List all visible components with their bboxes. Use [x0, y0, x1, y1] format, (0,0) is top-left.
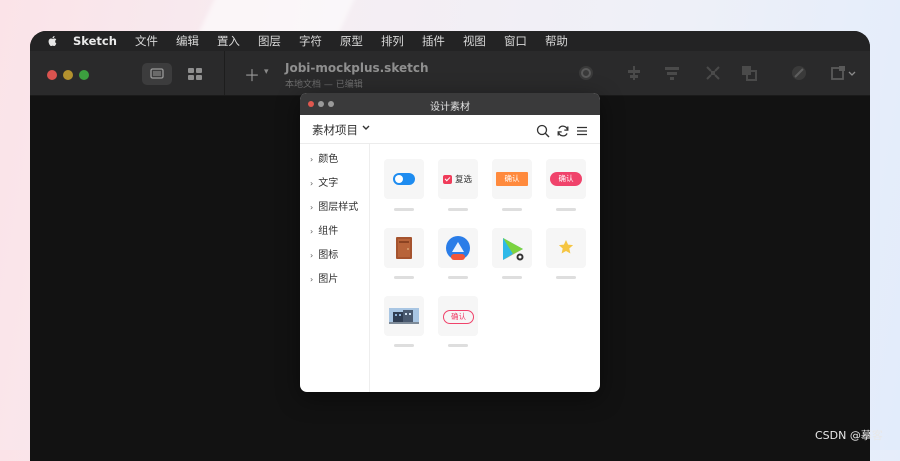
- window-minimize-button[interactable]: [63, 70, 73, 80]
- window-close-button[interactable]: [47, 70, 57, 80]
- search-icon[interactable]: [536, 123, 550, 138]
- category-label: 文字: [318, 178, 339, 189]
- asset-video-play[interactable]: [492, 228, 532, 268]
- plus-icon[interactable]: ＋: [244, 62, 260, 86]
- asset-toggle-switch[interactable]: [384, 159, 424, 199]
- menu-insert[interactable]: 置入: [217, 33, 240, 49]
- panel-title: 设计素材: [430, 102, 470, 113]
- category-label: 图片: [318, 274, 339, 285]
- asset-app-badge[interactable]: [438, 228, 478, 268]
- checkbox-icon: [443, 174, 452, 184]
- category-label: 图标: [318, 250, 339, 261]
- confirm-button-sample: 确认: [496, 172, 528, 186]
- chevron-down-icon[interactable]: ▾: [264, 67, 269, 77]
- panel-header: 素材项目: [300, 115, 600, 144]
- chevron-right-icon: ›: [310, 179, 314, 188]
- chevron-right-icon: ›: [310, 227, 314, 236]
- asset-label-placeholder: [394, 344, 414, 347]
- asset-button-orange[interactable]: 确认: [492, 159, 532, 199]
- menu-bar: Sketch 文件 编辑 置入 图层 字符 原型 排列 插件 视图 窗口 帮助: [30, 31, 870, 51]
- asset-star[interactable]: [546, 228, 586, 268]
- asset-building-photo[interactable]: [384, 296, 424, 336]
- asset-label-placeholder: [394, 276, 414, 279]
- toolbar-divider: [224, 51, 225, 95]
- confirm-button-sample: 确认: [443, 310, 474, 324]
- distribute-icon[interactable]: [663, 64, 681, 82]
- export-icon[interactable]: [830, 64, 856, 82]
- category-images[interactable]: › 图片: [310, 270, 338, 285]
- window-zoom-button[interactable]: [79, 70, 89, 80]
- asset-label-placeholder: [448, 344, 468, 347]
- confirm-button-sample: 确认: [550, 172, 582, 186]
- apple-icon[interactable]: [47, 35, 59, 47]
- document-title: Jobi-mockplus.sketch: [285, 61, 429, 75]
- mask-icon[interactable]: [740, 64, 758, 82]
- chevron-right-icon: ›: [310, 251, 314, 260]
- menu-arrange[interactable]: 排列: [381, 33, 404, 49]
- menu-app-name[interactable]: Sketch: [73, 34, 117, 48]
- category-label: 组件: [318, 226, 339, 237]
- asset-label-placeholder: [556, 276, 576, 279]
- menu-view[interactable]: 视图: [463, 33, 486, 49]
- asset-label-placeholder: [556, 208, 576, 211]
- category-label: 图层样式: [318, 202, 359, 213]
- star-icon: [558, 239, 574, 259]
- components-view-toggle[interactable]: [180, 63, 210, 85]
- menu-layer[interactable]: 图层: [258, 33, 281, 49]
- menu-prototype[interactable]: 原型: [340, 33, 363, 49]
- asset-checkbox[interactable]: 复选: [438, 159, 478, 199]
- category-colors[interactable]: › 颜色: [310, 150, 338, 165]
- category-layer-styles[interactable]: › 图层样式: [310, 198, 358, 213]
- play-icon: [500, 236, 526, 266]
- menu-file[interactable]: 文件: [135, 33, 158, 49]
- create-symbol-icon[interactable]: [577, 64, 595, 82]
- checkbox-label: 复选: [455, 175, 473, 185]
- menu-help[interactable]: 帮助: [545, 33, 568, 49]
- menu-edit[interactable]: 编辑: [176, 33, 199, 49]
- category-text[interactable]: › 文字: [310, 174, 338, 189]
- building-image: [389, 308, 419, 328]
- chevron-right-icon: ›: [310, 275, 314, 284]
- menu-plugins[interactable]: 插件: [422, 33, 445, 49]
- asset-button-pink[interactable]: 确认: [546, 159, 586, 199]
- asset-label-placeholder: [502, 208, 522, 211]
- panel-titlebar: 设计素材: [300, 93, 600, 115]
- color-picker-icon[interactable]: [790, 64, 808, 82]
- asset-label-placeholder: [394, 208, 414, 211]
- sketch-app-window: Sketch 文件 编辑 置入 图层 字符 原型 排列 插件 视图 窗口 帮助 …: [30, 31, 870, 461]
- watermark-text: CSDN @摹客: [815, 429, 883, 442]
- chevron-right-icon: ›: [310, 155, 314, 164]
- door-icon: [395, 237, 413, 263]
- checkbox-sample: 复选: [443, 173, 472, 185]
- asset-label-placeholder: [502, 276, 522, 279]
- category-components[interactable]: › 组件: [310, 222, 338, 237]
- menu-icon[interactable]: [575, 123, 589, 137]
- asset-wood-door[interactable]: [384, 228, 424, 268]
- category-sidebar: › 颜色 › 文字 › 图层样式 › 组件 › 图标 › 图片: [300, 144, 370, 392]
- chevron-right-icon: ›: [310, 203, 314, 212]
- asset-grid: 复选 确认 确认 确认: [369, 144, 600, 392]
- align-icon[interactable]: [625, 64, 643, 82]
- asset-label-placeholder: [448, 276, 468, 279]
- canvas-view-toggle[interactable]: [142, 63, 172, 85]
- toolbar: ＋ ▾ Jobi-mockplus.sketch 本地文档 — 已编辑: [30, 51, 870, 96]
- scale-icon[interactable]: [704, 64, 722, 82]
- refresh-icon[interactable]: [556, 123, 570, 137]
- menu-text[interactable]: 字符: [299, 33, 322, 49]
- design-assets-panel: 设计素材 素材项目 › 颜色 › 文字 › 图层样式 › 组件 › 图标 › 图片: [300, 93, 600, 392]
- menu-window[interactable]: 窗口: [504, 33, 527, 49]
- category-label: 颜色: [318, 154, 339, 165]
- app-badge-icon: [445, 235, 471, 265]
- document-status: 本地文档 — 已编辑: [285, 80, 363, 90]
- asset-label-placeholder: [448, 208, 468, 211]
- category-icons[interactable]: › 图标: [310, 246, 338, 261]
- toggle-icon: [393, 173, 415, 185]
- chevron-down-icon[interactable]: [362, 124, 370, 133]
- project-selector[interactable]: 素材项目: [312, 122, 358, 138]
- asset-button-outline[interactable]: 确认: [438, 296, 478, 336]
